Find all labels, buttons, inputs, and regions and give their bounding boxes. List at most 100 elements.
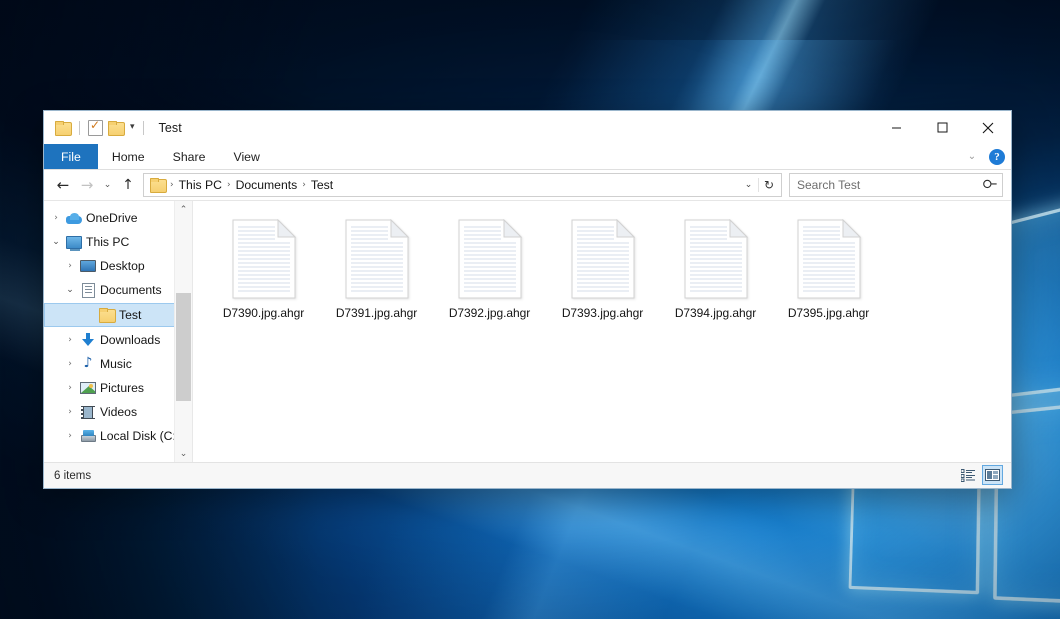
tab-share[interactable]: Share xyxy=(159,144,220,169)
back-button[interactable]: ← xyxy=(51,173,75,197)
disk-icon xyxy=(78,430,98,442)
search-input[interactable]: Search Test xyxy=(797,178,984,192)
chevron-right-icon[interactable]: › xyxy=(62,261,78,271)
tab-file[interactable]: File xyxy=(44,144,98,169)
forward-button[interactable]: → xyxy=(75,173,99,197)
chevron-right-icon[interactable]: › xyxy=(62,431,78,441)
sidebar-item-label: Music xyxy=(100,357,132,371)
music-icon: ♪ xyxy=(78,357,98,371)
status-bar: 6 items xyxy=(44,462,1011,488)
window-body: › OneDrive ⌄ This PC › Desktop ⌄ xyxy=(44,200,1011,462)
window-title: Test xyxy=(159,121,182,135)
ribbon-right-controls: ⌄ ? xyxy=(964,144,1005,169)
downloads-icon xyxy=(78,333,98,347)
sidebar-item-documents[interactable]: ⌄ Documents xyxy=(44,278,192,302)
qat-divider-2 xyxy=(143,121,144,135)
pictures-icon xyxy=(78,382,98,394)
desktop-background: ▾ Test File Home Share View xyxy=(0,0,1060,619)
details-view-button[interactable] xyxy=(958,465,979,485)
help-icon[interactable]: ? xyxy=(989,149,1005,165)
large-icons-view-icon xyxy=(985,469,1000,481)
sidebar-item-music[interactable]: › ♪ Music xyxy=(44,352,192,376)
file-item[interactable]: D7395.jpg.ahgr xyxy=(772,215,885,337)
file-item[interactable]: D7391.jpg.ahgr xyxy=(320,215,433,337)
breadcrumb-folder-icon[interactable] xyxy=(150,178,166,192)
ribbon-tab-bar: File Home Share View ⌄ ? xyxy=(44,144,1011,170)
file-item[interactable]: D7393.jpg.ahgr xyxy=(546,215,659,337)
qat-divider-1 xyxy=(79,121,80,135)
breadcrumb-item-test[interactable]: Test xyxy=(307,178,337,192)
close-button[interactable] xyxy=(965,111,1011,144)
chevron-down-icon[interactable]: ⌄ xyxy=(964,151,980,162)
up-button[interactable]: ↑ xyxy=(116,173,140,197)
file-item[interactable]: D7394.jpg.ahgr xyxy=(659,215,772,337)
chevron-right-icon[interactable]: › xyxy=(48,213,64,223)
sidebar-item-label: Desktop xyxy=(100,259,145,273)
onedrive-icon xyxy=(64,213,84,224)
address-dropdown-icon[interactable]: ⌄ xyxy=(739,180,758,190)
scrollbar-thumb[interactable] xyxy=(176,293,191,401)
file-name-label: D7393.jpg.ahgr xyxy=(562,306,643,320)
breadcrumb-item-documents[interactable]: Documents xyxy=(232,178,302,192)
new-folder-icon[interactable] xyxy=(108,121,124,135)
minimize-button[interactable] xyxy=(873,111,919,144)
large-icons-view-button[interactable] xyxy=(982,465,1003,485)
address-bar-row: ← → ⌄ ↑ › This PC › Documents › Test ⌄ ↻ xyxy=(44,170,1011,200)
generic-document-icon xyxy=(797,219,861,299)
file-item[interactable]: D7392.jpg.ahgr xyxy=(433,215,546,337)
scroll-down-icon[interactable]: ⌄ xyxy=(175,445,192,462)
title-bar[interactable]: ▾ Test xyxy=(44,111,1011,144)
navigation-pane-scrollbar[interactable]: ⌃ ⌄ xyxy=(174,201,192,462)
file-list-view[interactable]: D7390.jpg.ahgr xyxy=(193,201,1011,462)
refresh-icon[interactable]: ↻ xyxy=(758,178,779,192)
scroll-up-icon[interactable]: ⌃ xyxy=(175,201,192,218)
chevron-right-icon[interactable]: › xyxy=(62,383,78,393)
generic-document-icon xyxy=(684,219,748,299)
folder-icon xyxy=(97,308,117,322)
file-item[interactable]: D7390.jpg.ahgr xyxy=(207,215,320,337)
address-field[interactable]: › This PC › Documents › Test ⌄ ↻ xyxy=(143,173,782,197)
sidebar-item-label: Downloads xyxy=(100,333,160,347)
sidebar-item-pictures[interactable]: › Pictures xyxy=(44,376,192,400)
search-box[interactable]: Search Test xyxy=(789,173,1003,197)
navigation-pane: › OneDrive ⌄ This PC › Desktop ⌄ xyxy=(44,201,193,462)
properties-icon[interactable] xyxy=(88,120,103,136)
chevron-down-icon[interactable]: ▾ xyxy=(130,123,135,132)
sidebar-item-label: Pictures xyxy=(100,381,144,395)
sidebar-item-onedrive[interactable]: › OneDrive xyxy=(44,206,192,230)
chevron-right-icon[interactable]: › xyxy=(62,335,78,345)
explorer-app-icon xyxy=(55,121,71,135)
generic-document-icon xyxy=(345,219,409,299)
desktop-icon xyxy=(78,260,98,272)
tab-home[interactable]: Home xyxy=(98,144,159,169)
tab-view[interactable]: View xyxy=(219,144,273,169)
file-name-label: D7392.jpg.ahgr xyxy=(449,306,530,320)
sidebar-item-desktop[interactable]: › Desktop xyxy=(44,254,192,278)
breadcrumb: › This PC › Documents › Test xyxy=(150,178,739,192)
quick-access-toolbar: ▾ Test xyxy=(44,120,182,136)
generic-document-icon xyxy=(232,219,296,299)
generic-document-icon xyxy=(571,219,635,299)
sidebar-item-label: Local Disk (C:) xyxy=(100,429,180,443)
window-controls xyxy=(873,111,1011,144)
breadcrumb-item-this-pc[interactable]: This PC xyxy=(175,178,226,192)
address-tools: ⌄ ↻ xyxy=(739,178,779,192)
file-name-label: D7395.jpg.ahgr xyxy=(788,306,869,320)
sidebar-item-videos[interactable]: › Videos xyxy=(44,400,192,424)
sidebar-item-downloads[interactable]: › Downloads xyxy=(44,328,192,352)
sidebar-item-label: Videos xyxy=(100,405,137,419)
chevron-down-icon[interactable]: ⌄ xyxy=(48,237,64,247)
maximize-icon xyxy=(937,122,948,133)
maximize-button[interactable] xyxy=(919,111,965,144)
chevron-down-icon[interactable]: ⌄ xyxy=(62,285,78,295)
sidebar-item-label: Test xyxy=(119,308,141,322)
chevron-right-icon[interactable]: › xyxy=(62,407,78,417)
sidebar-item-test[interactable]: Test xyxy=(44,303,192,327)
videos-icon xyxy=(78,406,98,419)
sidebar-item-local-disk-c[interactable]: › Local Disk (C:) xyxy=(44,424,192,448)
chevron-right-icon[interactable]: › xyxy=(62,359,78,369)
sidebar-item-this-pc[interactable]: ⌄ This PC xyxy=(44,230,192,254)
item-count-label: 6 items xyxy=(54,470,91,482)
recent-locations-button[interactable]: ⌄ xyxy=(99,173,116,197)
minimize-icon xyxy=(891,122,902,133)
